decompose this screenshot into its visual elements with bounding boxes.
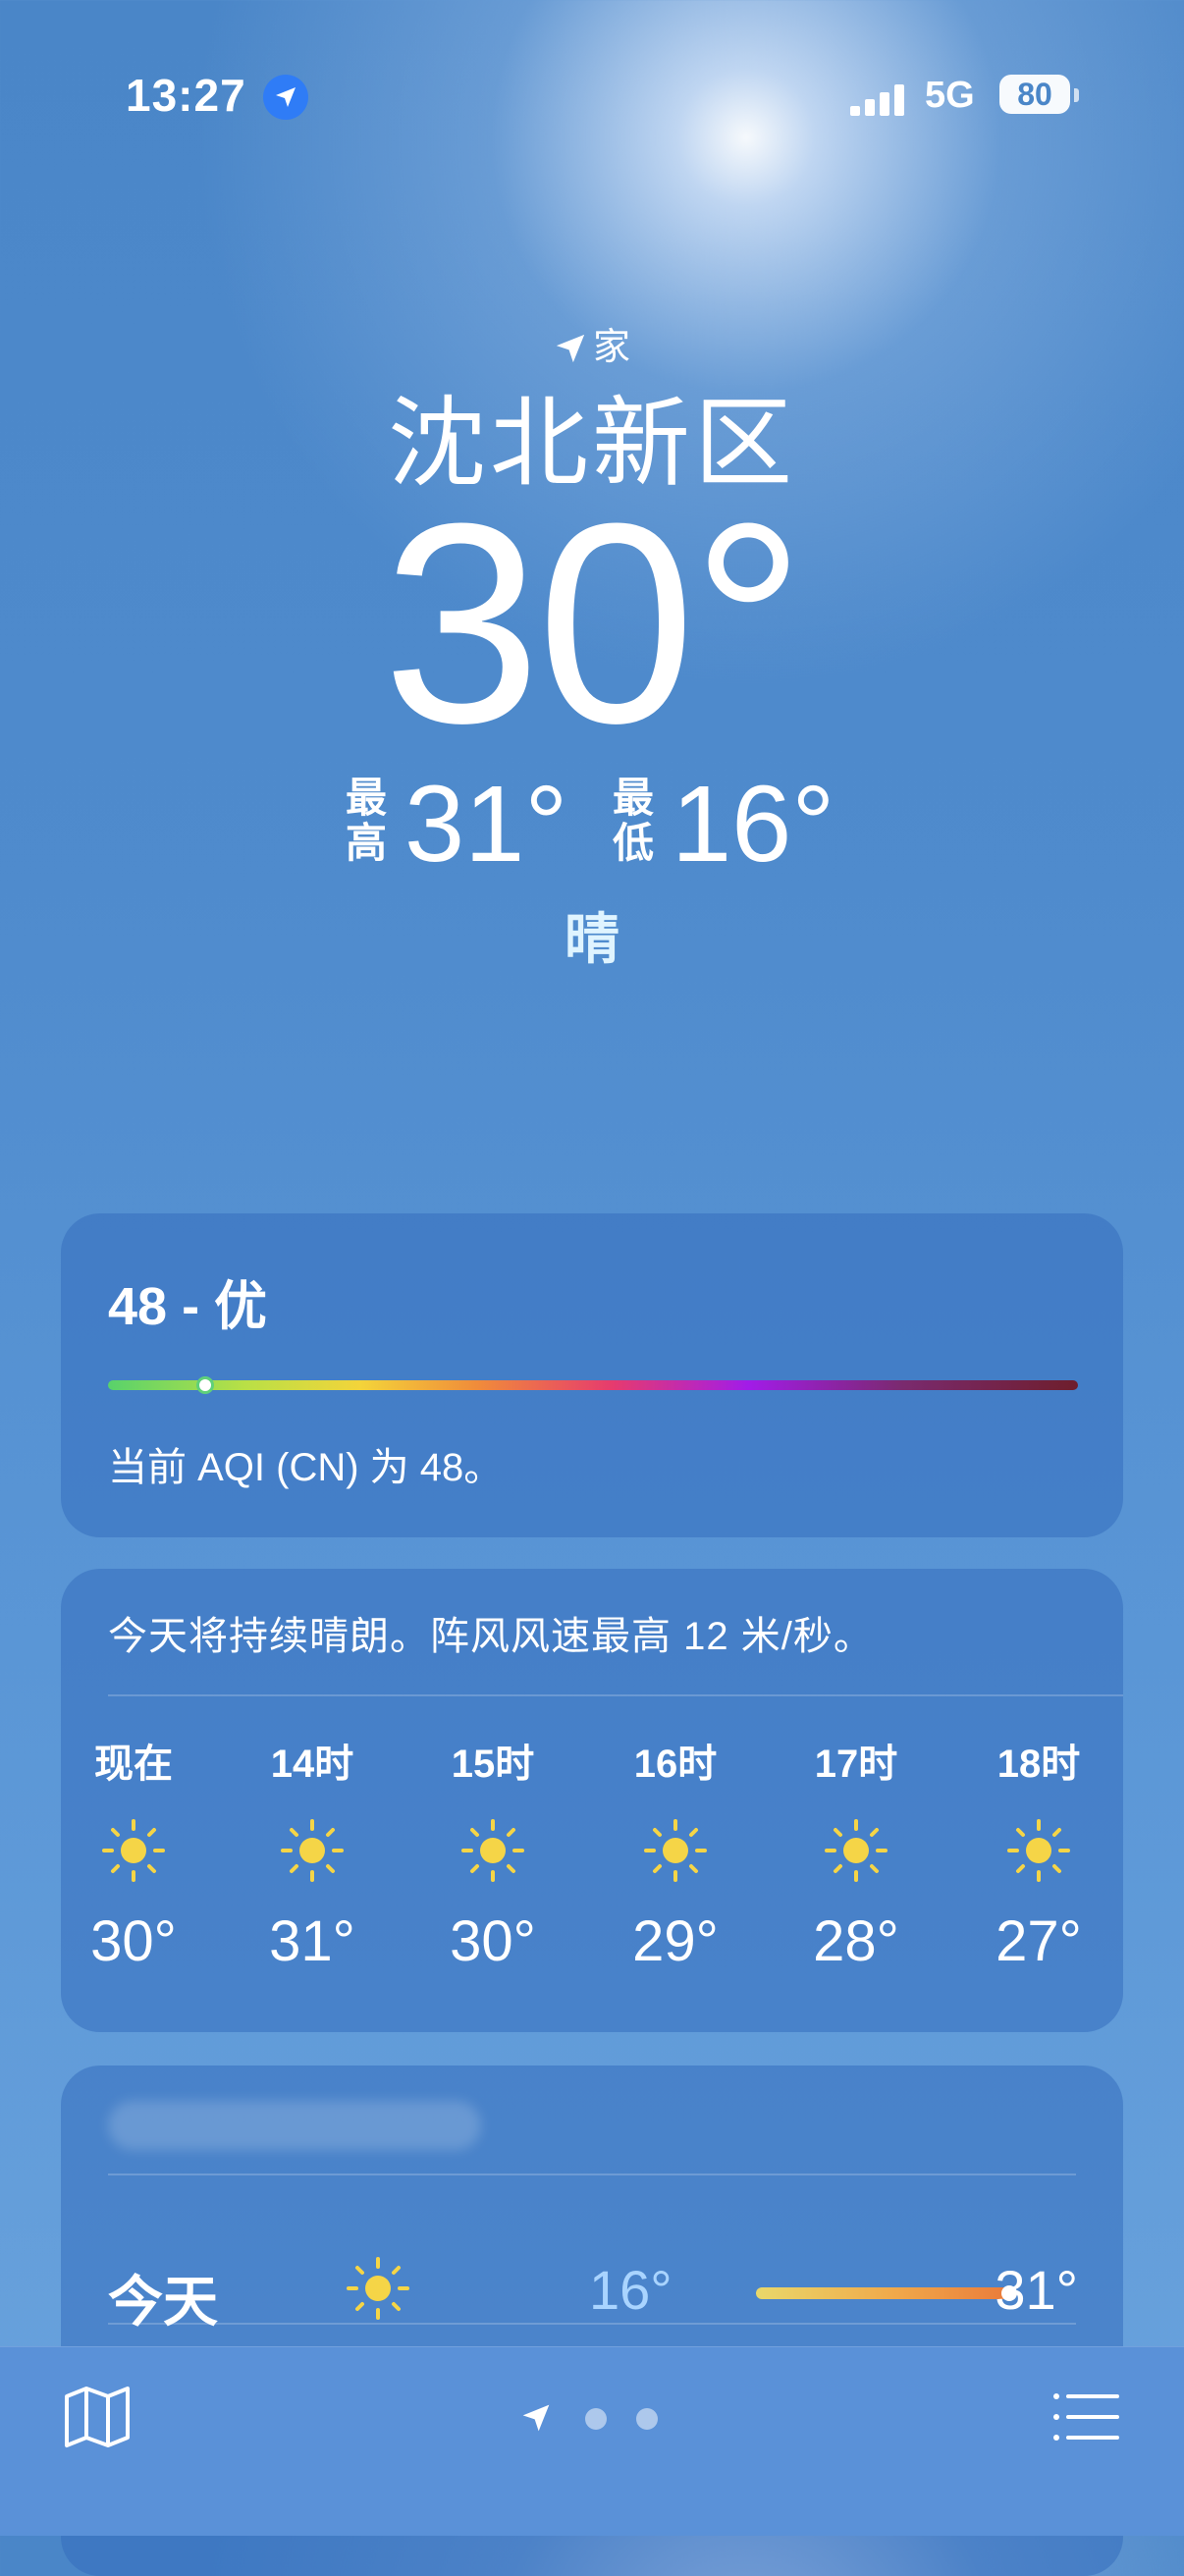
hour-item: 现在 30° bbox=[65, 1732, 202, 1974]
location-services-icon bbox=[263, 75, 308, 120]
divider bbox=[108, 2174, 1076, 2175]
location-tag-label: 家 bbox=[592, 327, 630, 368]
hour-item: 15时 30° bbox=[424, 1732, 562, 1974]
status-time: 13:27 bbox=[126, 70, 246, 121]
hour-item: 18时 27° bbox=[970, 1732, 1107, 1974]
daily-row-today[interactable]: 今天 16° 31° bbox=[108, 2230, 1078, 2348]
battery-icon: 80 bbox=[999, 75, 1070, 114]
day-name: 今天 bbox=[108, 2271, 218, 2333]
hour-temperature: 27° bbox=[996, 1909, 1082, 1973]
divider bbox=[108, 1694, 1123, 1696]
hour-label: 18时 bbox=[996, 1743, 1081, 1786]
hour-temperature: 30° bbox=[450, 1909, 536, 1973]
hour-temperature: 29° bbox=[632, 1909, 719, 1973]
aqi-description: 当前 AQI (CN) 为 48。 bbox=[108, 1446, 504, 1489]
temperature-range-fill bbox=[756, 2287, 1011, 2299]
low-temperature: 16° bbox=[672, 764, 835, 885]
location-tag: 家 bbox=[0, 316, 1184, 370]
page-dot[interactable] bbox=[585, 2408, 607, 2430]
high-temperature: 31° bbox=[404, 764, 568, 885]
sun-icon bbox=[787, 1816, 925, 1885]
sun-icon bbox=[65, 1816, 202, 1885]
divider bbox=[108, 2323, 1076, 2325]
air-quality-card[interactable]: 48 - 优 当前 AQI (CN) 为 48。 bbox=[61, 1213, 1123, 1537]
page-dot[interactable] bbox=[636, 2408, 658, 2430]
page-indicator[interactable] bbox=[520, 2398, 677, 2438]
forecast-summary: 今天将持续晴朗。阵风风速最高 12 米/秒。 bbox=[108, 1615, 874, 1658]
network-type: 5G bbox=[925, 75, 975, 116]
aqi-value: 48 - 优 bbox=[108, 1277, 268, 1336]
cellular-signal-icon bbox=[850, 82, 905, 116]
temperature-range-bar bbox=[756, 2285, 1017, 2301]
hour-item: 17时 28° bbox=[787, 1732, 925, 1974]
hour-item: 14时 31° bbox=[243, 1732, 381, 1974]
map-icon[interactable] bbox=[63, 2383, 132, 2451]
hour-label: 14时 bbox=[270, 1743, 354, 1786]
hourly-forecast-card[interactable]: 今天将持续晴朗。阵风风速最高 12 米/秒。 现在 30° 14时 31° 15时 30°… bbox=[61, 1569, 1123, 2032]
current-temperature: 30° bbox=[382, 464, 806, 782]
day-low-temperature: 16° bbox=[589, 2259, 673, 2321]
aqi-scale-bar bbox=[108, 1376, 1078, 1394]
hour-temperature: 28° bbox=[813, 1909, 899, 1973]
low-label: 最低 bbox=[613, 775, 655, 866]
aqi-indicator bbox=[195, 1376, 214, 1394]
bottom-toolbar bbox=[0, 2346, 1184, 2536]
hour-label: 17时 bbox=[814, 1743, 898, 1786]
sun-icon bbox=[344, 2254, 412, 2328]
status-bar: 13:27 5G 80 bbox=[0, 69, 1184, 128]
condition: 晴 bbox=[565, 908, 619, 970]
sun-icon bbox=[243, 1816, 381, 1885]
location-arrow-icon bbox=[556, 334, 585, 363]
sun-icon bbox=[424, 1816, 562, 1885]
high-low: 最高 31° 最低 16° bbox=[0, 766, 1184, 884]
sun-icon bbox=[607, 1816, 744, 1885]
hour-label: 16时 bbox=[633, 1743, 718, 1786]
hour-label: 现在 bbox=[94, 1743, 173, 1786]
day-high-temperature: 31° bbox=[995, 2259, 1078, 2321]
hour-temperature: 30° bbox=[90, 1909, 177, 1973]
sun-icon bbox=[970, 1816, 1107, 1885]
hour-item: 16时 29° bbox=[607, 1732, 744, 1974]
hour-label: 15时 bbox=[451, 1743, 535, 1786]
battery-cap bbox=[1074, 88, 1079, 102]
daily-forecast-header bbox=[108, 2101, 481, 2150]
hour-temperature: 31° bbox=[269, 1909, 355, 1973]
location-arrow-icon bbox=[522, 2404, 550, 2432]
high-label: 最高 bbox=[346, 775, 388, 866]
list-icon[interactable] bbox=[1050, 2383, 1121, 2451]
